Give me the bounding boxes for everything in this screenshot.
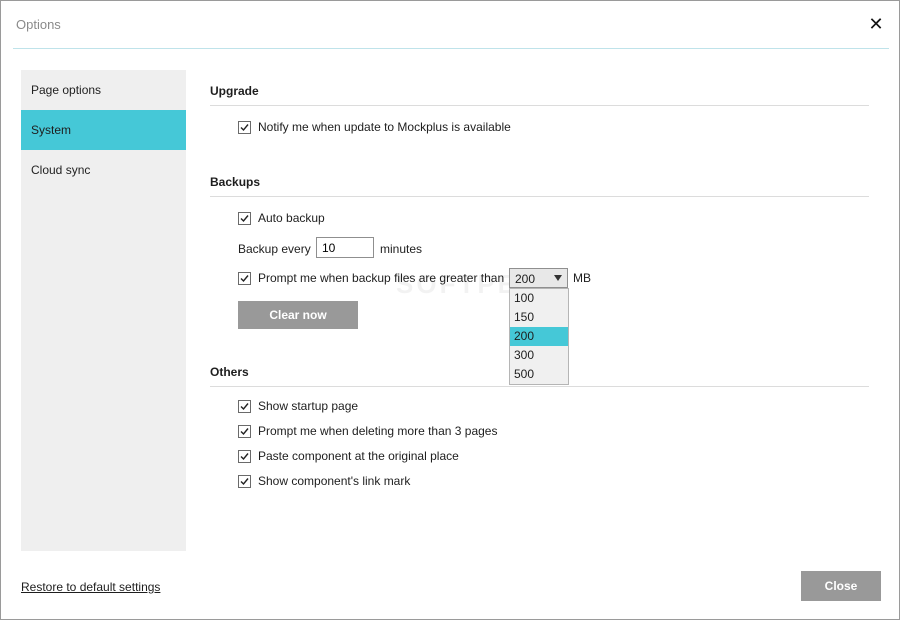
show-startup-row: Show startup page xyxy=(238,398,358,414)
close-icon[interactable]: ✕ xyxy=(867,14,885,34)
window-title: Options xyxy=(16,17,61,32)
size-option-150[interactable]: 150 xyxy=(510,308,568,327)
show-startup-checkbox[interactable] xyxy=(238,399,251,413)
checkmark-icon xyxy=(240,402,249,410)
size-option-300[interactable]: 300 xyxy=(510,346,568,365)
backups-section-title: Backups xyxy=(210,175,261,189)
backup-size-value: 200 xyxy=(515,272,536,286)
checkmark-icon xyxy=(240,477,249,485)
checkmark-icon xyxy=(240,123,249,131)
sidebar-item-page-options[interactable]: Page options xyxy=(21,70,186,110)
link-mark-checkbox[interactable] xyxy=(238,474,251,488)
auto-backup-label: Auto backup xyxy=(258,211,325,225)
upgrade-section-title: Upgrade xyxy=(210,84,259,98)
notify-update-row: Notify me when update to Mockplus is ava… xyxy=(238,119,511,135)
paste-original-checkbox[interactable] xyxy=(238,449,251,463)
paste-original-row: Paste component at the original place xyxy=(238,448,459,464)
size-option-200[interactable]: 200 xyxy=(510,327,568,346)
others-divider xyxy=(210,386,869,387)
close-button[interactable]: Close xyxy=(801,571,881,601)
title-divider xyxy=(13,48,889,49)
checkmark-icon xyxy=(240,274,249,282)
backup-size-dropdown: 100 150 200 300 500 xyxy=(509,288,569,385)
restore-defaults-link[interactable]: Restore to default settings xyxy=(21,580,160,594)
prompt-delete-row: Prompt me when deleting more than 3 page… xyxy=(238,423,497,439)
checkmark-icon xyxy=(240,427,249,435)
link-mark-row: Show component's link mark xyxy=(238,473,410,489)
backup-size-select[interactable]: 200 xyxy=(509,268,568,288)
clear-now-button[interactable]: Clear now xyxy=(238,301,358,329)
auto-backup-checkbox[interactable] xyxy=(238,211,251,225)
sidebar-item-cloud-sync[interactable]: Cloud sync xyxy=(21,150,186,190)
show-startup-label: Show startup page xyxy=(258,399,359,413)
size-unit-label: MB xyxy=(573,271,591,285)
checkmark-icon xyxy=(240,452,249,460)
options-dialog: Options ✕ Page options System Cloud sync… xyxy=(0,0,900,620)
backup-every-label: Backup every xyxy=(238,242,311,256)
notify-update-label: Notify me when update to Mockplus is ava… xyxy=(258,120,511,134)
notify-update-checkbox[interactable] xyxy=(238,120,251,134)
link-mark-label: Show component's link mark xyxy=(258,474,411,488)
paste-original-label: Paste component at the original place xyxy=(258,449,459,463)
others-section-title: Others xyxy=(210,365,249,379)
sidebar: Page options System Cloud sync xyxy=(21,70,186,551)
chevron-down-icon xyxy=(554,275,562,281)
backups-divider xyxy=(210,196,869,197)
checkmark-icon xyxy=(240,214,249,222)
prompt-delete-checkbox[interactable] xyxy=(238,424,251,438)
prompt-size-checkbox[interactable] xyxy=(238,271,251,285)
sidebar-item-system[interactable]: System xyxy=(21,110,186,150)
minutes-label: minutes xyxy=(380,242,423,256)
backup-interval-input[interactable] xyxy=(316,237,374,258)
upgrade-divider xyxy=(210,105,869,106)
auto-backup-row: Auto backup xyxy=(238,210,325,226)
prompt-delete-label: Prompt me when deleting more than 3 page… xyxy=(258,424,498,438)
size-option-100[interactable]: 100 xyxy=(510,289,568,308)
size-option-500[interactable]: 500 xyxy=(510,365,568,384)
